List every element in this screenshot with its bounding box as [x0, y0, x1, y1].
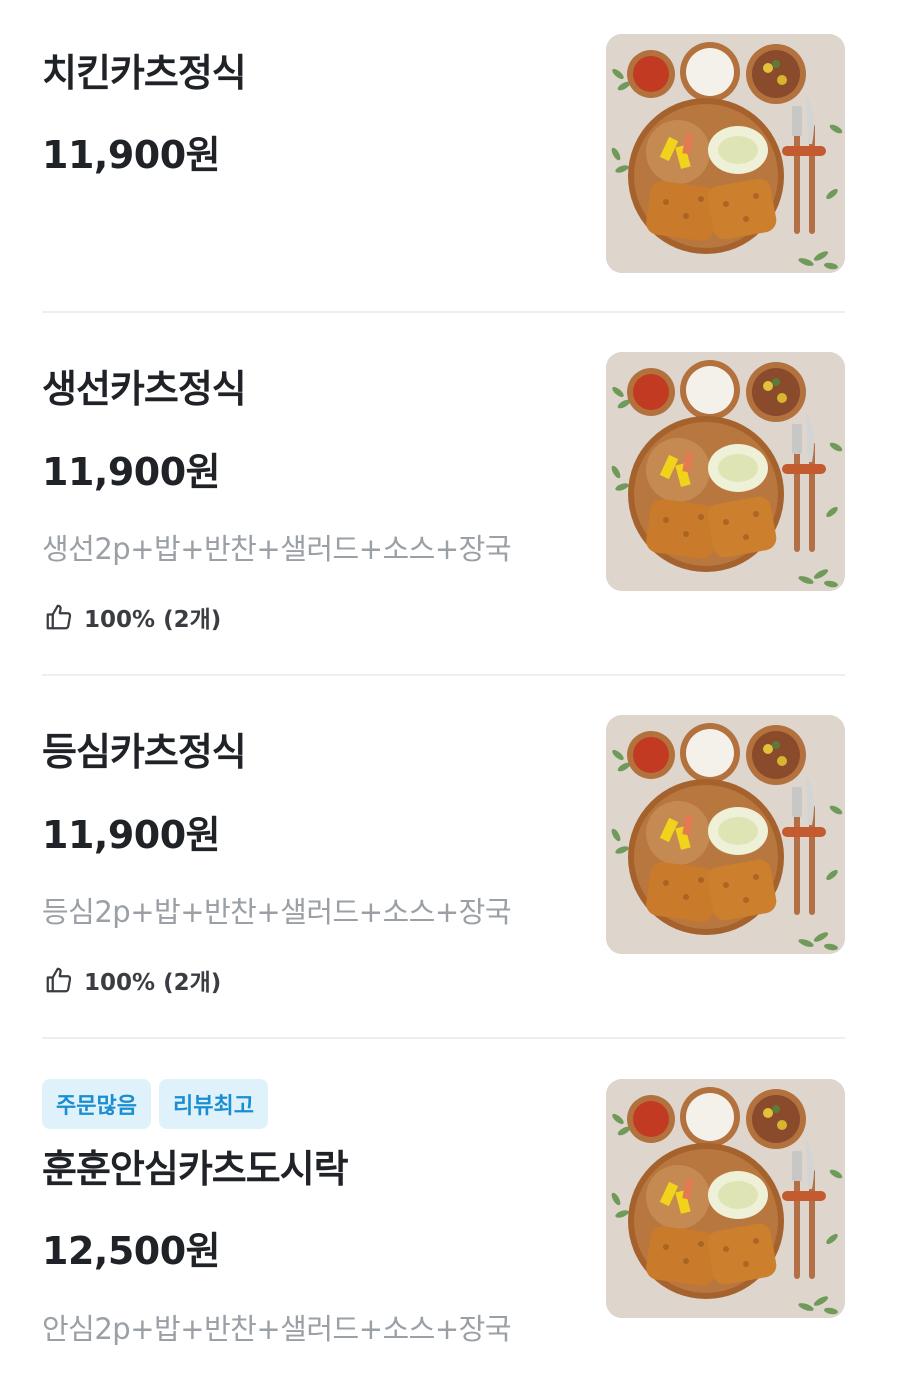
menu-item-photo[interactable]: [606, 1079, 845, 1318]
rating-text: 100% (2개): [84, 607, 222, 633]
menu-item-description: 등심2p+밥+반찬+샐러드+소스+장국: [42, 895, 512, 929]
badge-popular: 주문많음: [42, 1079, 151, 1129]
menu-item-price: 11,900원: [42, 450, 221, 494]
menu-item-name: 생선카츠정식: [42, 367, 247, 411]
menu-item-photo[interactable]: [606, 352, 845, 591]
menu-item-description: 생선2p+밥+반찬+샐러드+소스+장국: [42, 532, 512, 566]
thumbs-up-icon: [46, 604, 72, 630]
badge-list: 주문많음 리뷰최고: [42, 1079, 268, 1129]
menu-item-photo[interactable]: [606, 34, 845, 273]
menu-item-photo[interactable]: [606, 715, 845, 954]
menu-item[interactable]: 치킨카츠정식 11,900원: [0, 0, 900, 313]
menu-item-name: 훈훈안심카츠도시락: [42, 1147, 349, 1191]
badge-best-review: 리뷰최고: [158, 1079, 268, 1129]
menu-item-price: 12,500원: [42, 1229, 221, 1273]
menu-item-name: 등심카츠정식: [42, 730, 247, 774]
menu-item-price: 11,900원: [42, 813, 221, 857]
menu-item-rating: 100% (2개): [44, 963, 221, 997]
menu-item-description: 안심2p+밥+반찬+샐러드+소스+장국: [42, 1312, 512, 1346]
menu-item[interactable]: 주문많음 리뷰최고 훈훈안심카츠도시락 12,500원 안심2p+밥+반찬+샐러…: [0, 1039, 900, 1373]
rating-text: 100% (2개): [84, 970, 222, 996]
menu-item[interactable]: 생선카츠정식 11,900원 생선2p+밥+반찬+샐러드+소스+장국 100% …: [0, 313, 900, 676]
menu-item-name: 치킨카츠정식: [42, 51, 247, 95]
menu-item-price: 11,900원: [42, 133, 221, 177]
thumbs-up-icon: [46, 967, 72, 993]
menu-item[interactable]: 등심카츠정식 11,900원 등심2p+밥+반찬+샐러드+소스+장국 100% …: [0, 676, 900, 1039]
menu-item-rating: 100% (2개): [44, 600, 221, 634]
